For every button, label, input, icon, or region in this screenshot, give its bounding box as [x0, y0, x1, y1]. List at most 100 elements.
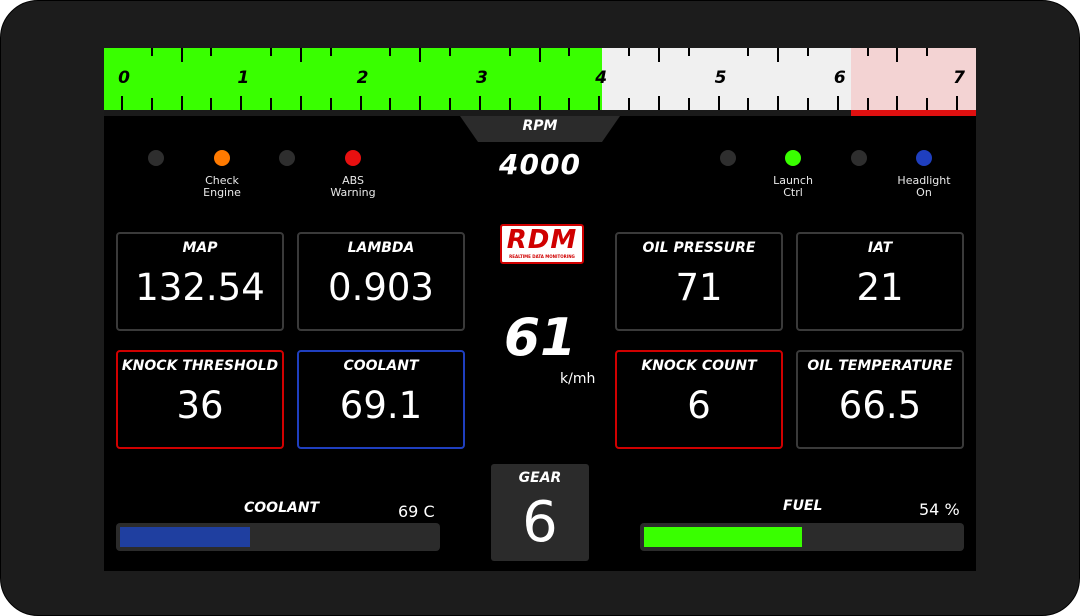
oil-temperature-value: 66.5: [838, 384, 922, 427]
headlight-light: [916, 150, 932, 166]
rpm-tick: [538, 96, 541, 110]
rpm-scale-label: 3: [475, 68, 488, 88]
rpm-tick: [568, 48, 571, 56]
rpm-tick: [121, 96, 123, 110]
map-title: MAP: [182, 240, 218, 256]
rpm-tick: [299, 96, 302, 110]
fuel-bar-readout: 54 %: [919, 500, 960, 519]
knock-count-box: KNOCK COUNT 6: [615, 350, 783, 449]
iat-title: IAT: [867, 240, 893, 256]
knock-count-title: KNOCK COUNT: [641, 358, 757, 374]
gear-box: GEAR 6: [491, 464, 589, 561]
rpm-tick: [777, 96, 780, 110]
speed-value: 61: [503, 308, 577, 368]
logo-subtitle: REALTIME DATA MONITORING: [509, 254, 575, 259]
rpm-tick: [359, 96, 362, 110]
rpm-tick: [628, 48, 631, 56]
fuel-bar-fill: [644, 527, 802, 547]
rpm-tick: [389, 48, 392, 56]
rpm-tick: [419, 96, 422, 110]
rpm-tick: [896, 96, 899, 110]
lambda-value: 0.903: [328, 266, 434, 309]
rpm-scale-label: 1: [237, 68, 250, 88]
abs-warning-light: [345, 150, 361, 166]
rpm-tick: [657, 48, 660, 62]
coolant-bar-readout: 69 C: [398, 502, 435, 521]
rpm-tick: [329, 98, 332, 110]
rpm-tick: [806, 48, 809, 56]
knock-threshold-box: KNOCK THRESHOLD 36: [116, 350, 284, 449]
map-value: 132.54: [135, 266, 265, 309]
oil-pressure-box: OIL PRESSURE 71: [615, 232, 783, 331]
coolant-bar-fill: [120, 527, 250, 547]
rpm-tick: [508, 48, 511, 56]
rpm-tick: [866, 98, 869, 110]
rpm-scale-label: 6: [833, 68, 846, 88]
rpm-tick: [717, 96, 720, 110]
rpm-tick: [926, 98, 929, 110]
rpm-tick: [270, 98, 273, 110]
iat-box: IAT 21: [796, 232, 964, 331]
oil-temperature-box: OIL TEMPERATURE 66.5: [796, 350, 964, 449]
rpm-tick: [329, 48, 332, 56]
rpm-tick: [568, 98, 571, 110]
coolant-bar-title: COOLANT: [244, 500, 320, 516]
lambda-box: LAMBDA 0.903: [297, 232, 465, 331]
rpm-tick: [598, 96, 601, 110]
check-engine-light: [214, 150, 230, 166]
rpm-tick: [150, 98, 153, 110]
coolant-bar-track: [116, 523, 440, 551]
rpm-tick: [180, 96, 183, 110]
launch-ctrl-label: Launch Ctrl: [773, 174, 813, 199]
knock-threshold-value: 36: [176, 384, 224, 427]
rpm-scale-label: 4: [595, 68, 608, 88]
rpm-scale-label: 7: [953, 68, 966, 88]
rpm-tick: [657, 96, 660, 110]
rpm-tick: [687, 48, 690, 56]
check-engine-label: Check Engine: [203, 174, 241, 199]
indicator-light: [279, 150, 295, 166]
rpm-tick: [419, 48, 422, 62]
indicator-light: [148, 150, 164, 166]
rpm-tick: [299, 48, 302, 62]
oil-pressure-title: OIL PRESSURE: [642, 240, 756, 256]
rpm-tick: [777, 48, 780, 62]
indicator-light: [720, 150, 736, 166]
rpm-tick: [687, 98, 690, 110]
rpm-tick: [836, 96, 839, 110]
rpm-tick: [150, 48, 153, 56]
rpm-tick: [449, 48, 452, 56]
headlight-label: Headlight On: [897, 174, 951, 199]
rpm-scale-label: 2: [356, 68, 369, 88]
rpm-redline: [851, 110, 976, 116]
iat-value: 21: [856, 266, 904, 309]
rpm-tick: [896, 48, 899, 62]
rpm-value: 4000: [499, 148, 581, 181]
knock-count-value: 6: [687, 384, 711, 427]
map-box: MAP 132.54: [116, 232, 284, 331]
coolant-title: COOLANT: [343, 358, 419, 374]
lambda-title: LAMBDA: [347, 240, 415, 256]
rpm-tick: [747, 98, 750, 110]
rpm-tick: [866, 48, 869, 56]
rpm-tick: [508, 98, 511, 110]
fuel-bar-track: [640, 523, 964, 551]
gear-value: 6: [522, 490, 558, 555]
rpm-tick: [270, 48, 273, 56]
rpm-scale-label: 0: [118, 68, 130, 88]
indicator-light: [851, 150, 867, 166]
rpm-tick: [926, 48, 929, 56]
rdm-logo: RDM REALTIME DATA MONITORING: [500, 224, 584, 264]
coolant-box: COOLANT 69.1: [297, 350, 465, 449]
rpm-bar: 0 1 2 3 4 5 6 7: [104, 48, 976, 110]
rpm-tick: [180, 48, 183, 62]
rpm-tick: [538, 48, 541, 62]
knock-threshold-title: KNOCK THRESHOLD: [121, 358, 279, 374]
rpm-label: RPM: [522, 118, 558, 134]
gear-label: GEAR: [518, 470, 562, 486]
rpm-tick: [747, 48, 750, 56]
rpm-tick: [956, 96, 959, 110]
abs-warning-label: ABS Warning: [330, 174, 376, 199]
launch-ctrl-light: [785, 150, 801, 166]
rpm-tick: [628, 98, 631, 110]
